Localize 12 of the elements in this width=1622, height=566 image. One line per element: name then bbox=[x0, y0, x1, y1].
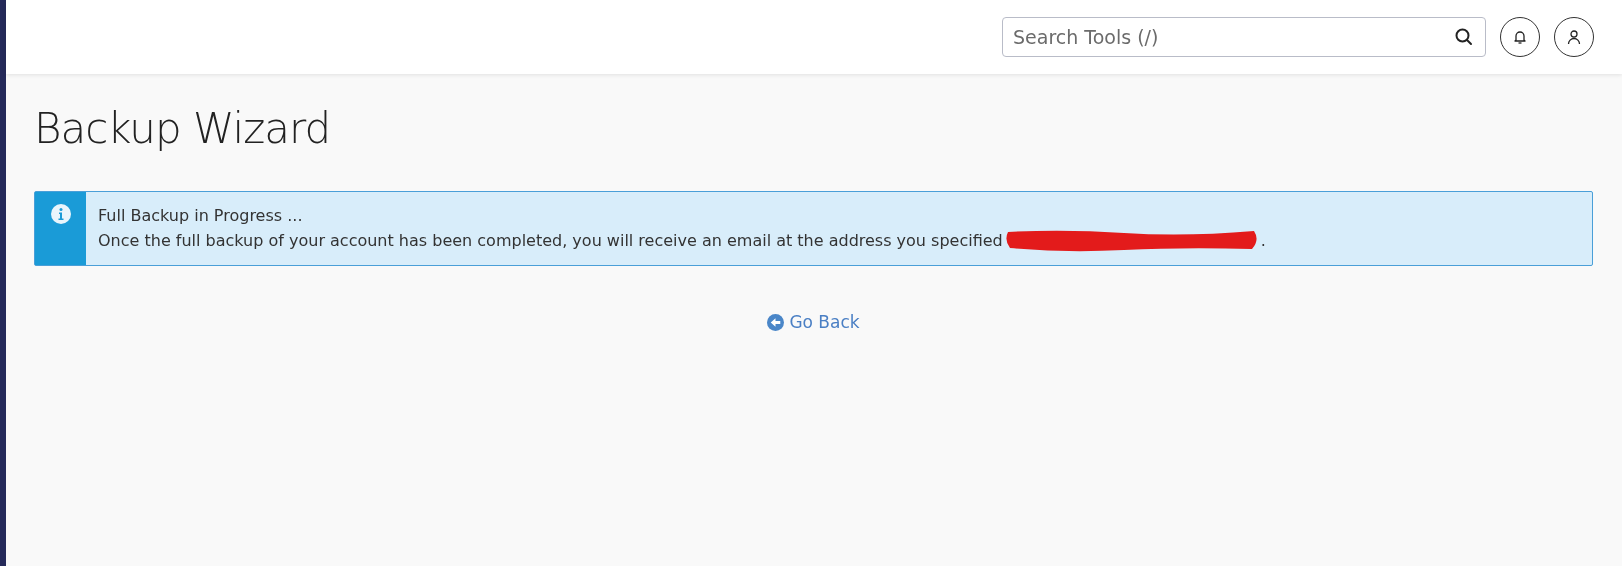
search-field[interactable]: Search Tools (/) bbox=[1002, 17, 1486, 57]
alert-message: Once the full backup of your account has been completed, you will receive an email at the address you specified bbox=[98, 229, 1003, 252]
alert-period: . bbox=[1260, 229, 1266, 252]
bell-icon bbox=[1512, 29, 1528, 45]
search-icon bbox=[1454, 27, 1474, 47]
info-icon bbox=[50, 204, 71, 224]
page-title: Backup Wizard bbox=[34, 104, 332, 153]
notifications-button[interactable] bbox=[1500, 17, 1540, 57]
user-icon bbox=[1566, 29, 1582, 45]
user-button[interactable] bbox=[1554, 17, 1594, 57]
go-back-link[interactable]: Go Back bbox=[767, 312, 860, 332]
alert-title: Full Backup in Progress ... bbox=[98, 205, 304, 227]
